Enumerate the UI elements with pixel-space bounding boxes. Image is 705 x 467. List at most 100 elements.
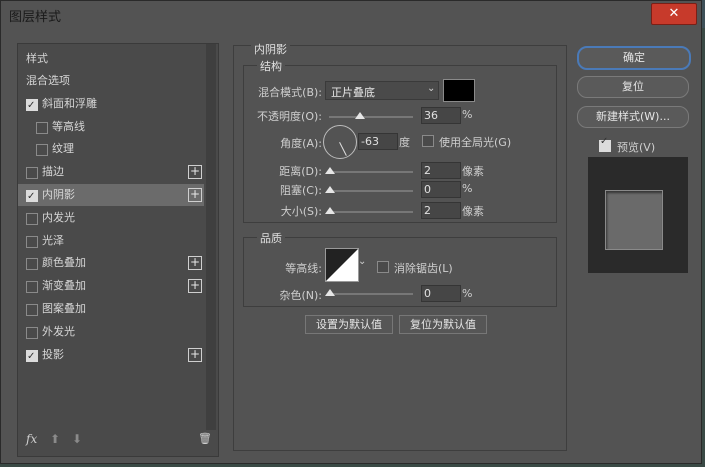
style-item[interactable]: 混合选项 xyxy=(18,70,204,92)
styles-list: 样式 混合选项斜面和浮雕等高线纹理描边 + 内阴影 + 内发光光泽颜色叠加 + 渐变叠加 + 图… xyxy=(17,43,219,457)
contour-picker[interactable] xyxy=(325,248,359,282)
styles-header-label: 样式 xyxy=(26,52,48,65)
style-item[interactable]: 图案叠加 xyxy=(18,298,204,320)
style-item-checkbox[interactable] xyxy=(26,235,38,248)
add-effect-icon[interactable]: + xyxy=(188,188,202,202)
add-effect-icon[interactable]: + xyxy=(188,279,202,294)
group-title: 内阴影 xyxy=(251,41,290,57)
contour-chevron-icon[interactable]: ⌄ xyxy=(358,256,366,267)
style-item-checkbox[interactable] xyxy=(26,281,38,294)
size-input[interactable]: 2 xyxy=(421,202,461,219)
antialias-label: 消除锯齿(L) xyxy=(394,262,453,275)
style-item[interactable]: 光泽 xyxy=(18,230,204,252)
close-button[interactable]: ✕ xyxy=(651,3,697,25)
style-item-checkbox[interactable] xyxy=(36,144,48,157)
style-item-checkbox[interactable] xyxy=(26,346,38,368)
style-item-checkbox[interactable] xyxy=(26,304,38,316)
style-item-label: 投影 xyxy=(42,347,64,361)
choke-input[interactable]: 0 xyxy=(421,181,461,198)
noise-unit: % xyxy=(462,287,473,300)
add-effect-icon[interactable]: + xyxy=(188,256,202,271)
angle-label: 角度(A): xyxy=(280,137,322,150)
style-item-checkbox[interactable] xyxy=(26,326,38,339)
distance-slider[interactable] xyxy=(329,171,413,173)
shadow-color-swatch[interactable] xyxy=(443,79,475,102)
styles-header[interactable]: 样式 xyxy=(18,48,204,70)
add-effect-icon[interactable]: + xyxy=(188,165,202,180)
angle-dial-needle xyxy=(339,142,347,156)
reset-default-button[interactable]: 复位为默认值 xyxy=(399,315,487,334)
style-item-label: 纹理 xyxy=(52,142,74,156)
style-item[interactable]: 渐变叠加 + xyxy=(18,275,204,297)
global-light-checkbox[interactable] xyxy=(422,135,434,147)
distance-label: 距离(D): xyxy=(279,165,322,178)
style-item[interactable]: 纹理 xyxy=(18,138,204,160)
add-effect-icon[interactable]: + xyxy=(188,347,202,362)
noise-label: 杂色(N): xyxy=(279,289,322,302)
layer-style-dialog: 图层样式 ✕ 样式 混合选项斜面和浮雕等高线纹理描边 + 内阴影 + 内发光光泽颜色叠加… xyxy=(0,0,702,464)
style-item-checkbox[interactable] xyxy=(26,212,38,225)
style-item-label: 外发光 xyxy=(42,324,75,338)
contour-curve-icon xyxy=(326,249,358,281)
style-item-checkbox[interactable] xyxy=(26,258,38,271)
choke-unit: % xyxy=(462,182,473,195)
set-default-button[interactable]: 设置为默认值 xyxy=(305,315,393,334)
distance-slider-thumb[interactable] xyxy=(325,167,335,174)
angle-input[interactable]: -63 xyxy=(358,133,398,150)
style-item-checkbox[interactable] xyxy=(26,186,38,208)
size-label: 大小(S): xyxy=(280,205,322,218)
choke-slider[interactable] xyxy=(329,190,413,192)
preview-swatch xyxy=(605,190,663,250)
move-up-icon[interactable]: ⬆ xyxy=(50,432,60,446)
style-item-checkbox[interactable] xyxy=(26,95,38,117)
style-item-label: 渐变叠加 xyxy=(42,279,86,293)
noise-input[interactable]: 0 xyxy=(421,285,461,302)
angle-unit: 度 xyxy=(399,136,410,149)
style-item[interactable]: 外发光 xyxy=(18,321,204,343)
style-item-checkbox[interactable] xyxy=(26,167,38,180)
opacity-slider[interactable] xyxy=(329,116,413,118)
style-item[interactable]: 内阴影 + xyxy=(18,184,204,208)
opacity-label: 不透明度(O): xyxy=(257,110,322,123)
blend-mode-select[interactable]: 正片叠底 ⌄ xyxy=(325,81,439,100)
style-item-label: 内阴影 xyxy=(42,188,75,201)
style-item[interactable]: 投影 + xyxy=(18,344,204,368)
style-item-label: 内发光 xyxy=(42,210,75,224)
reset-button[interactable]: 复位 xyxy=(577,76,689,98)
title-bar: 图层样式 ✕ xyxy=(1,1,701,28)
window-title: 图层样式 xyxy=(9,10,62,25)
preview-checkbox[interactable] xyxy=(599,136,611,152)
style-item-checkbox[interactable] xyxy=(36,121,48,134)
style-item[interactable]: 描边 + xyxy=(18,161,204,183)
size-unit: 像素 xyxy=(462,205,484,218)
size-slider-thumb[interactable] xyxy=(325,207,335,214)
choke-slider-thumb[interactable] xyxy=(325,186,335,193)
style-item[interactable]: 斜面和浮雕 xyxy=(18,93,204,117)
style-item-label: 斜面和浮雕 xyxy=(42,96,97,110)
distance-input[interactable]: 2 xyxy=(421,162,461,179)
move-down-icon[interactable]: ⬇ xyxy=(72,432,82,446)
noise-slider[interactable] xyxy=(329,293,413,295)
ok-button[interactable]: 确定 xyxy=(577,46,691,70)
opacity-input[interactable]: 36 xyxy=(421,107,461,124)
style-item[interactable]: 颜色叠加 + xyxy=(18,252,204,274)
choke-label: 阻塞(C): xyxy=(280,184,322,197)
opacity-slider-thumb[interactable] xyxy=(355,112,366,119)
style-item[interactable]: 内发光 xyxy=(18,207,204,229)
size-slider[interactable] xyxy=(329,211,413,213)
contour-label: 等高线: xyxy=(285,262,322,275)
scrollbar[interactable] xyxy=(206,44,216,430)
shadow-color-fill xyxy=(444,80,474,101)
fx-icon[interactable]: fx xyxy=(26,432,37,446)
preview-label: 预览(V) xyxy=(617,141,656,154)
style-item-label: 描边 xyxy=(42,165,64,179)
style-item[interactable]: 等高线 xyxy=(18,116,204,138)
blend-mode-label: 混合模式(B): xyxy=(258,86,322,99)
new-style-button[interactable]: 新建样式(W)... xyxy=(577,106,689,128)
global-light-label: 使用全局光(G) xyxy=(439,136,512,149)
antialias-checkbox[interactable] xyxy=(377,261,389,273)
blend-mode-value: 正片叠底 xyxy=(331,86,375,99)
trash-icon[interactable]: 🗑 xyxy=(198,432,212,445)
angle-dial[interactable] xyxy=(323,125,357,159)
noise-slider-thumb[interactable] xyxy=(325,289,335,296)
